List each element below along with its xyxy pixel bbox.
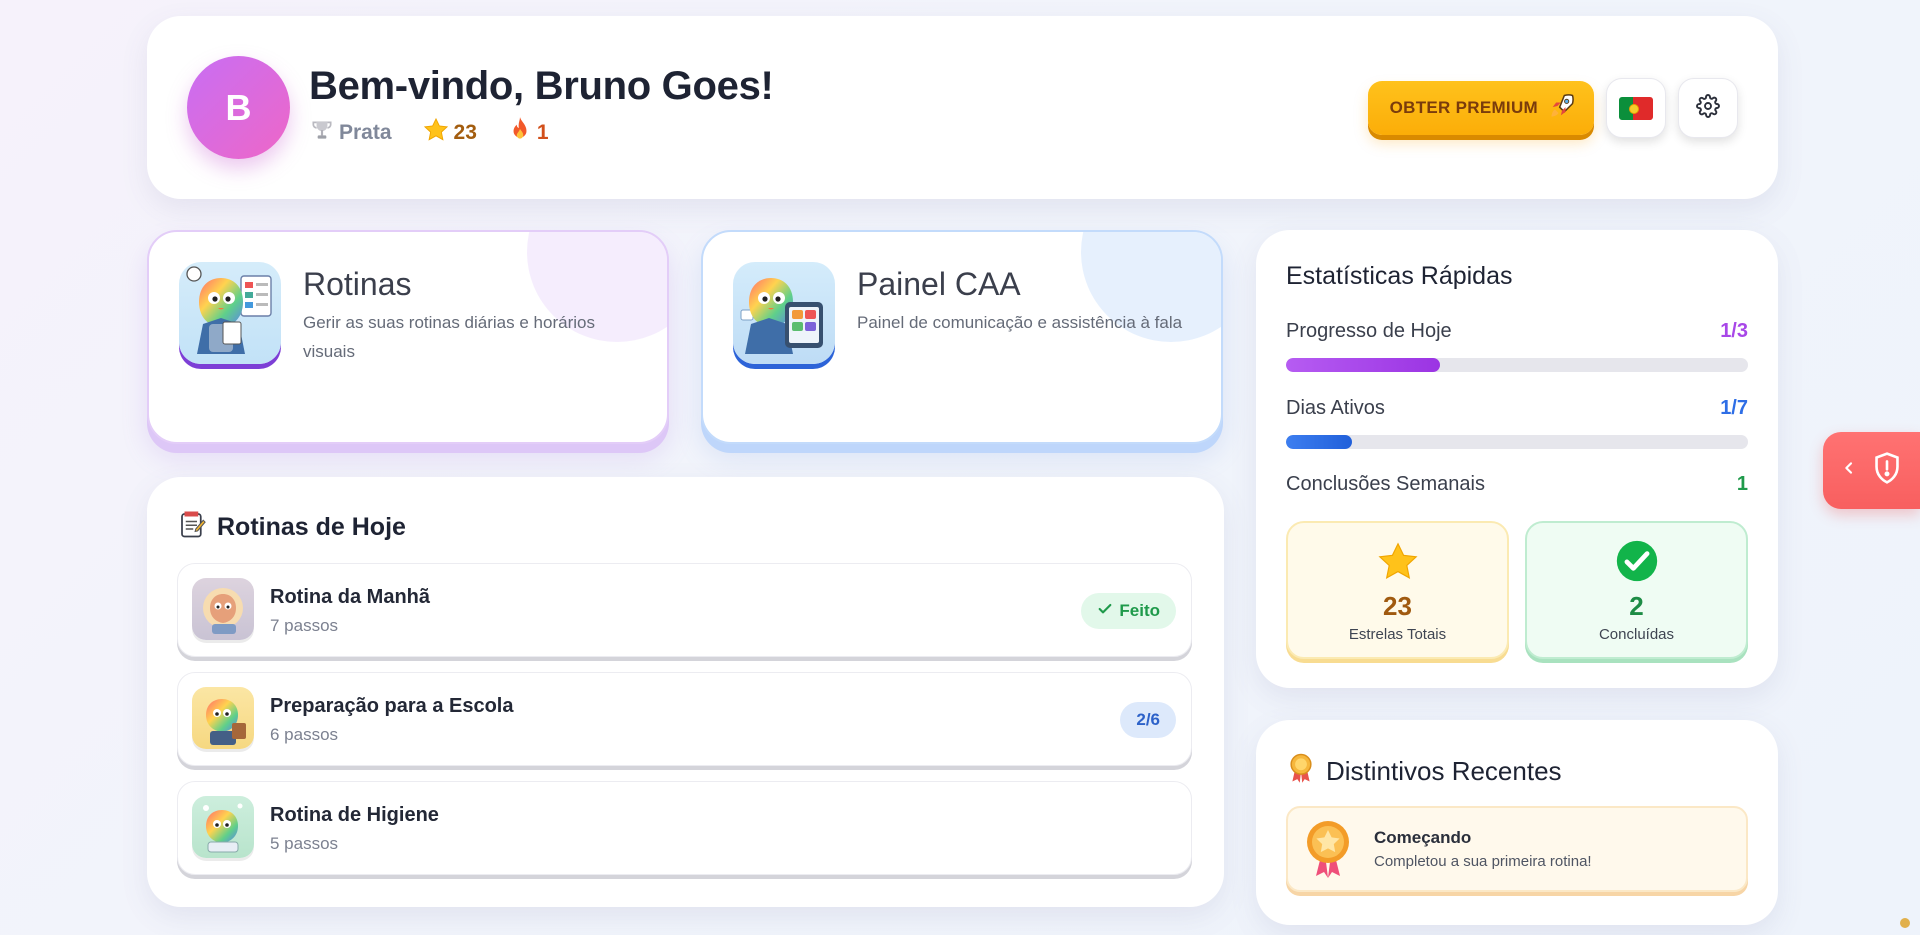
total-stars-tile: 23 Estrelas Totais (1286, 521, 1509, 659)
rocket-icon (1548, 92, 1576, 125)
routine-name: Rotina da Manhã (270, 586, 431, 608)
section-title: Distintivos Recentes (1286, 752, 1562, 791)
progress-fill (1286, 435, 1353, 449)
feature-description: Painel de comunicação e assistência à fa… (857, 313, 1183, 332)
today-routines-card: Rotinas de Hoje Rotina da Manhã 7 passos… (147, 477, 1224, 907)
star-icon (422, 116, 450, 150)
weekly-completions-row: Conclusões Semanais 1 (1286, 473, 1748, 496)
routine-steps: 7 passos (270, 616, 339, 635)
active-days-row: Dias Ativos 1/7 (1286, 397, 1748, 420)
portugal-flag-icon (1619, 96, 1653, 120)
stars-indicator: 23 (422, 116, 477, 150)
badge-name: Começando (1374, 828, 1472, 847)
premium-label: OBTER PREMIUM (1389, 98, 1538, 117)
completed-value: 2 (1629, 591, 1644, 621)
school-prep-thumbnail (192, 687, 254, 749)
stat-value: 1/7 (1720, 397, 1748, 419)
routine-row[interactable]: Rotina de Higiene 5 passos (177, 781, 1192, 875)
rank-label: Prata (339, 121, 392, 144)
check-icon (1097, 601, 1113, 622)
indicator-dot (1900, 918, 1910, 928)
feature-title: Painel CAA (857, 266, 1021, 302)
side-panel-tab[interactable] (1823, 432, 1920, 509)
today-progress-row: Progresso de Hoje 1/3 (1286, 320, 1748, 343)
avatar-letter: B (225, 86, 252, 128)
section-title: Rotinas de Hoje (177, 509, 406, 546)
status-label: Feito (1119, 601, 1160, 620)
star-medal-icon (1302, 818, 1354, 885)
total-stars-value: 23 (1383, 591, 1412, 621)
aac-panel-feature-card[interactable]: Painel CAA Painel de comunicação e assis… (701, 230, 1223, 444)
completed-tile: 2 Concluídas (1525, 521, 1748, 659)
avatar[interactable]: B (187, 56, 290, 159)
feature-description: Gerir as suas rotinas diárias e horários… (303, 313, 595, 361)
status-badge: Feito (1081, 593, 1176, 629)
progress-badge: 2/6 (1120, 702, 1176, 738)
gear-icon (1696, 93, 1720, 123)
header-card: B Bem-vindo, Bruno Goes! Prata 23 1 OBTE… (147, 16, 1778, 199)
today-progress-bar (1286, 358, 1748, 372)
badge-item[interactable]: Começando Completou a sua primeira rotin… (1286, 806, 1748, 892)
total-stars-label: Estrelas Totais (1348, 626, 1447, 643)
hygiene-routine-thumbnail (192, 796, 254, 858)
routine-steps: 6 passos (270, 725, 339, 744)
routines-feature-card[interactable]: Rotinas Gerir as suas rotinas diárias e … (147, 230, 669, 444)
routine-name: Rotina de Higiene (270, 804, 439, 826)
badge-description: Completou a sua primeira rotina! (1374, 853, 1592, 870)
progress-label: 2/6 (1136, 710, 1160, 729)
today-title: Rotinas de Hoje (217, 513, 406, 541)
routine-row[interactable]: Preparação para a Escola 6 passos 2/6 (177, 672, 1192, 766)
medal-icon (1286, 752, 1316, 791)
routine-steps: 5 passos (270, 834, 339, 853)
routines-mascot-illustration (179, 262, 281, 364)
stat-value: 1 (1736, 473, 1748, 495)
stat-label: Conclusões Semanais (1286, 473, 1485, 495)
aac-mascot-illustration (733, 262, 835, 364)
check-circle-icon (1615, 539, 1659, 588)
active-days-bar (1286, 435, 1748, 449)
fire-icon (507, 116, 533, 150)
get-premium-button[interactable]: OBTER PREMIUM (1367, 81, 1594, 135)
notepad-icon (177, 509, 207, 546)
language-button[interactable] (1606, 78, 1666, 138)
user-meta: Prata 23 1 (309, 116, 549, 150)
feature-title: Rotinas (303, 266, 412, 302)
star-icon (1375, 539, 1421, 590)
trophy-icon (309, 117, 335, 149)
badges-title: Distintivos Recentes (1326, 756, 1562, 786)
shield-alert-icon (1871, 451, 1903, 490)
settings-button[interactable] (1678, 78, 1738, 138)
header-actions: OBTER PREMIUM (1367, 78, 1738, 138)
stat-value: 1/3 (1720, 320, 1748, 342)
morning-routine-thumbnail (192, 578, 254, 640)
rank-indicator: Prata (309, 117, 392, 149)
stat-label: Progresso de Hoje (1286, 320, 1452, 342)
quick-stats-card: Estatísticas Rápidas Progresso de Hoje 1… (1256, 230, 1778, 688)
stat-label: Dias Ativos (1286, 397, 1385, 419)
routine-row[interactable]: Rotina da Manhã 7 passos Feito (177, 563, 1192, 657)
chevron-left-icon (1841, 460, 1857, 481)
progress-fill (1286, 358, 1440, 372)
routine-name: Preparação para a Escola (270, 695, 514, 717)
page-title: Bem-vindo, Bruno Goes! (309, 64, 774, 108)
stars-count: 23 (453, 121, 477, 144)
streak-count: 1 (536, 121, 549, 144)
completed-label: Concluídas (1598, 626, 1675, 643)
streak-indicator: 1 (507, 116, 549, 150)
stats-title: Estatísticas Rápidas (1286, 262, 1513, 290)
recent-badges-card: Distintivos Recentes Começando Completou… (1256, 720, 1778, 925)
